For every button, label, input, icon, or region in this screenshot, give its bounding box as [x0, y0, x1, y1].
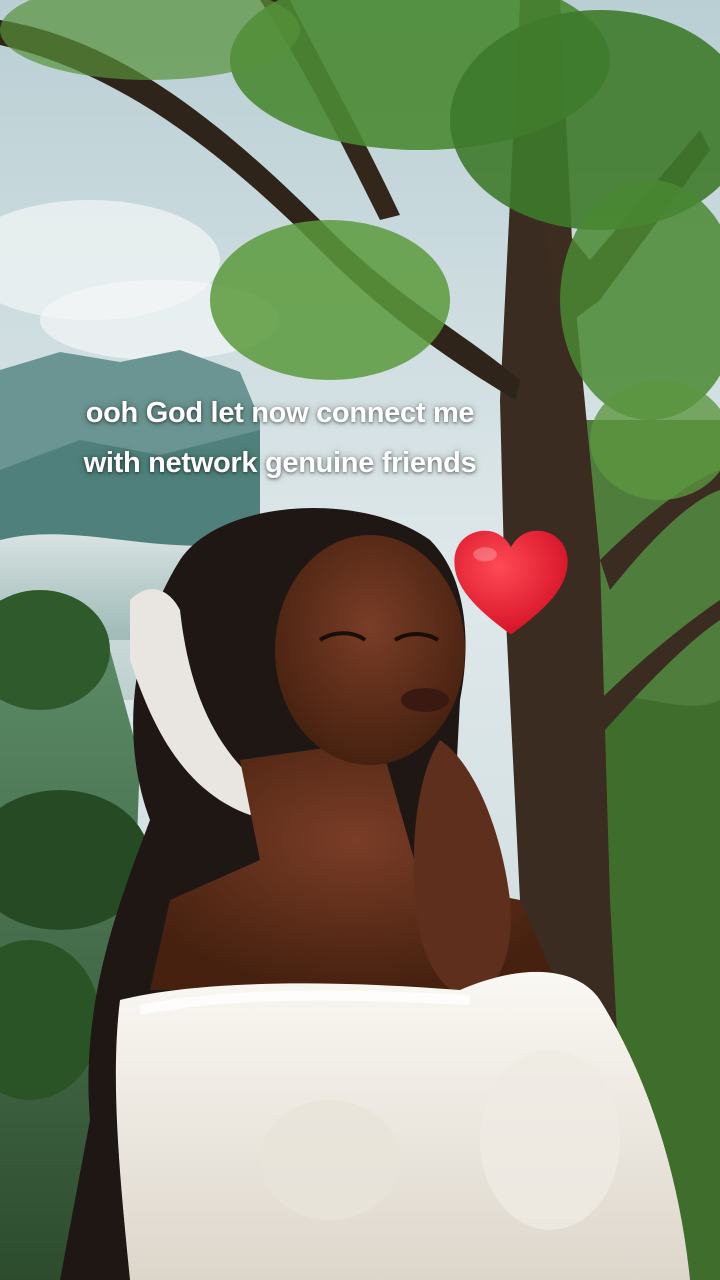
red-heart-icon [454, 530, 568, 635]
scene: ooh God let now connect me with network … [0, 0, 720, 1280]
caption-line-1: ooh God let now connect me [85, 397, 475, 429]
caption: ooh God let now connect me with network … [0, 388, 560, 488]
background-photo [0, 0, 720, 1280]
caption-line-2: with network genuine friends [83, 447, 477, 479]
